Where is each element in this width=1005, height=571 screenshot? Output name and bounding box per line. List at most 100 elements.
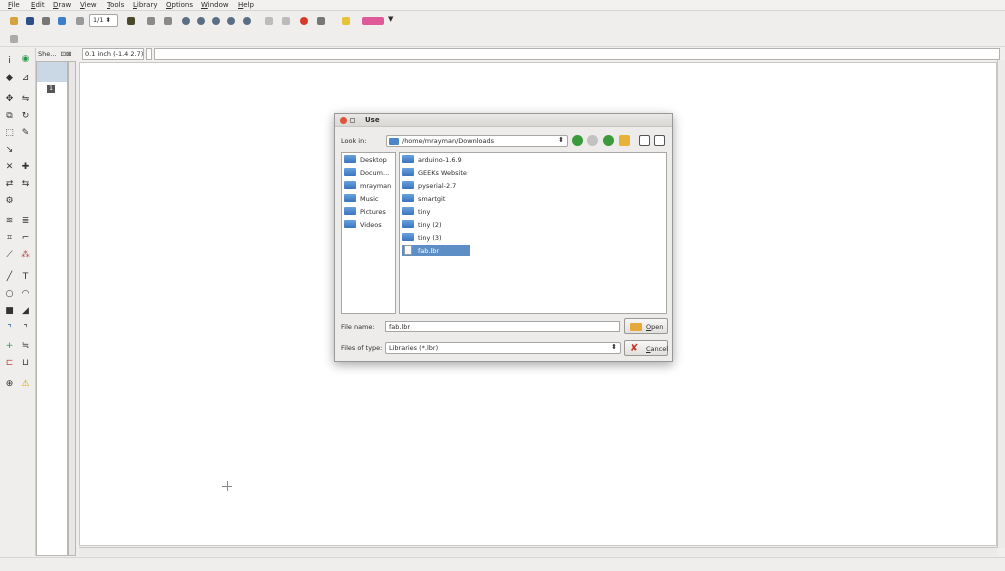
place-home[interactable]: mrayman [344, 181, 391, 192]
zoom-in-icon[interactable] [195, 15, 207, 27]
label-icon[interactable]: ≒ [20, 341, 31, 352]
go-icon[interactable] [315, 15, 327, 27]
grid-icon[interactable] [145, 15, 157, 27]
forward-icon[interactable] [587, 135, 598, 146]
zoom-select-icon[interactable] [241, 15, 253, 27]
delete-icon[interactable]: ✕ [4, 162, 15, 173]
wire-icon[interactable]: ⟋ [4, 250, 15, 261]
bus-icon[interactable]: ⌝ [4, 324, 15, 335]
move-icon[interactable]: ✥ [4, 94, 15, 105]
errors-icon[interactable]: ⚠ [20, 379, 31, 390]
file-item[interactable]: smartgit [402, 194, 468, 205]
redo-icon[interactable] [280, 15, 292, 27]
name-icon[interactable]: ⚙ [4, 196, 15, 207]
layer-icon[interactable] [162, 15, 174, 27]
place-desktop[interactable]: Desktop [344, 155, 387, 166]
bug-icon[interactable] [125, 15, 137, 27]
maximize-icon[interactable] [350, 118, 355, 123]
copy-icon[interactable]: ⧉ [4, 111, 15, 122]
polygon-icon[interactable]: ◢ [20, 306, 31, 317]
command-line-input[interactable] [154, 48, 1000, 60]
detail-view-icon[interactable] [639, 135, 650, 146]
horizontal-scrollbar[interactable] [79, 547, 997, 556]
cancel-button[interactable]: ✘ Cancel [624, 340, 668, 356]
close-icon[interactable]: ⊠ [66, 50, 71, 58]
look-in-combo[interactable]: /home/mrayman/Downloads ⬍ [386, 135, 568, 147]
attribute-icon[interactable]: ⊏ [4, 358, 15, 369]
place-documents[interactable]: Docum... [344, 168, 389, 179]
optimize-icon[interactable]: ≣ [20, 216, 31, 227]
menu-file[interactable]: File [8, 1, 20, 9]
pinswap-icon[interactable]: ⇄ [4, 179, 15, 190]
junction-icon[interactable]: + [4, 341, 15, 352]
design-link-icon[interactable] [360, 15, 386, 27]
undo-icon[interactable] [263, 15, 275, 27]
parent-dir-icon[interactable] [603, 135, 614, 146]
dimension-icon[interactable]: ⊔ [20, 358, 31, 369]
file-name-input[interactable]: fab.lbr [385, 321, 620, 332]
menu-help[interactable]: Help [238, 1, 254, 9]
file-type-combo[interactable]: Libraries (*.lbr) ⬍ [385, 342, 621, 354]
erc-icon[interactable]: ⊕ [4, 379, 15, 390]
layer-icon[interactable]: ◆ [4, 73, 15, 84]
miter-icon[interactable]: ⌐ [20, 233, 31, 244]
open-icon[interactable] [8, 15, 20, 27]
add-icon[interactable]: ✚ [20, 162, 31, 173]
ratsnest-icon[interactable]: ⁂ [20, 250, 31, 261]
cam-icon[interactable] [56, 15, 68, 27]
mark-icon[interactable]: ⊿ [20, 73, 31, 84]
info-icon[interactable]: i [4, 56, 15, 67]
chevron-down-icon[interactable]: ▼ [388, 15, 400, 27]
back-icon[interactable] [572, 135, 583, 146]
menu-tools[interactable]: Tools [107, 1, 124, 9]
menu-view[interactable]: View [80, 1, 97, 9]
grid-param-icon[interactable] [8, 33, 20, 45]
file-item[interactable]: tiny (3) [402, 233, 468, 244]
group-icon[interactable]: ⬚ [4, 128, 15, 139]
new-folder-icon[interactable] [619, 135, 630, 146]
script-icon[interactable] [74, 15, 86, 27]
place-music[interactable]: Music [344, 194, 379, 205]
sheet-list-scrollbar[interactable] [68, 61, 76, 556]
close-icon[interactable] [340, 117, 347, 124]
rotate-icon[interactable]: ↻ [20, 111, 31, 122]
change-icon[interactable]: ✎ [20, 128, 31, 139]
file-item[interactable]: pyserial-2.7 [402, 181, 468, 192]
line-icon[interactable]: ╱ [4, 272, 15, 283]
eye-icon[interactable]: ◉ [20, 54, 31, 65]
file-item[interactable]: arduino-1.6.9 [402, 155, 468, 166]
zoom-out-icon[interactable] [210, 15, 222, 27]
zoom-redraw-icon[interactable] [225, 15, 237, 27]
print-icon[interactable] [40, 15, 52, 27]
arc-icon[interactable]: ◠ [20, 289, 31, 300]
menu-draw[interactable]: Draw [53, 1, 71, 9]
zoom-fit-icon[interactable] [180, 15, 192, 27]
rect-icon[interactable]: ■ [4, 306, 15, 317]
file-item[interactable]: tiny [402, 207, 468, 218]
split-icon[interactable]: ≋ [4, 216, 15, 227]
file-item[interactable]: GEEKs Website [402, 168, 468, 179]
circle-icon[interactable]: ○ [4, 289, 15, 300]
sheet-thumbnail[interactable] [37, 62, 67, 82]
stop-icon[interactable] [298, 15, 310, 27]
sheet-select[interactable]: 1/1 ⬍ [89, 14, 118, 27]
replace-icon[interactable]: ⇆ [20, 179, 31, 190]
text-icon[interactable]: T [20, 272, 31, 283]
mirror-icon[interactable]: ⇋ [20, 94, 31, 105]
save-icon[interactable] [24, 15, 36, 27]
open-button[interactable]: Open [624, 318, 668, 334]
place-videos[interactable]: Videos [344, 220, 382, 231]
place-pictures[interactable]: Pictures [344, 207, 386, 218]
help-icon[interactable] [340, 15, 352, 27]
list-view-icon[interactable] [654, 135, 665, 146]
vertical-scrollbar[interactable] [997, 60, 1005, 548]
command-history-button[interactable] [146, 48, 152, 60]
file-item-selected[interactable]: fab.lbr [402, 245, 470, 256]
file-item[interactable]: tiny (2) [402, 220, 468, 231]
smash-icon[interactable]: ⌗ [4, 233, 15, 244]
paste-icon[interactable]: ↘ [4, 145, 15, 156]
net-icon[interactable]: ⌝ [20, 324, 31, 335]
menu-library[interactable]: Library [133, 1, 157, 9]
menu-options[interactable]: Options [166, 1, 193, 9]
menu-edit[interactable]: Edit [31, 1, 45, 9]
